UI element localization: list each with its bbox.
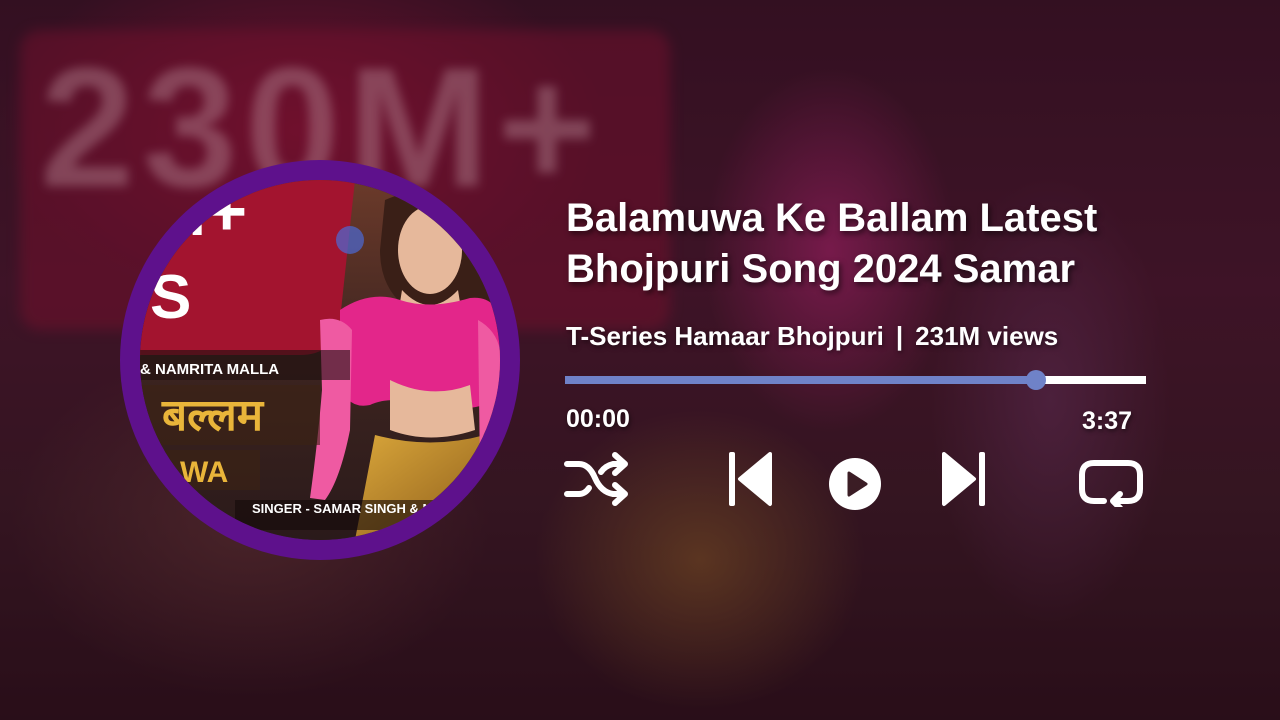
song-meta: T-Series Hamaar Bhojpuri | 231M views bbox=[566, 321, 1058, 352]
song-title-line-2: Bhojpuri Song 2024 Samar bbox=[566, 247, 1076, 291]
repeat-icon bbox=[1079, 460, 1143, 507]
previous-button[interactable] bbox=[726, 450, 774, 508]
progress-handle[interactable] bbox=[1026, 370, 1046, 390]
art-singer-credit: SINGER - SAMAR SINGH & N bbox=[252, 501, 432, 516]
channel-name: T-Series Hamaar Bhojpuri bbox=[566, 321, 884, 351]
repeat-button[interactable] bbox=[1078, 457, 1144, 507]
previous-icon bbox=[729, 452, 772, 506]
view-count: 231M views bbox=[915, 321, 1059, 351]
song-title-line-1: Balamuwa Ke Ballam Latest bbox=[566, 196, 1098, 240]
play-icon bbox=[829, 458, 881, 510]
art-badge-sub: S bbox=[150, 263, 191, 332]
art-credits-top: & NAMRITA MALLA bbox=[140, 361, 279, 378]
shuffle-icon bbox=[564, 452, 628, 506]
play-button[interactable] bbox=[828, 457, 882, 511]
elapsed-time: 00:00 bbox=[566, 405, 630, 433]
album-art-ring: M+ S & NAMRITA MALLA बल्लम WA SINGER - S… bbox=[120, 160, 520, 560]
album-art-image: M+ S & NAMRITA MALLA बल्लम WA SINGER - S… bbox=[140, 180, 500, 540]
art-title-sub: WA bbox=[180, 456, 228, 489]
album-art: M+ S & NAMRITA MALLA बल्लम WA SINGER - S… bbox=[140, 180, 500, 540]
next-icon bbox=[942, 452, 985, 506]
shuffle-button[interactable] bbox=[563, 450, 631, 510]
art-title-hindi: बल्लम bbox=[161, 390, 265, 441]
progress-bar[interactable] bbox=[565, 370, 1146, 390]
song-title: Balamuwa Ke Ballam Latest Bhojpuri Song … bbox=[566, 193, 1266, 295]
meta-separator: | bbox=[895, 321, 904, 351]
progress-fill bbox=[565, 376, 1036, 384]
total-time: 3:37 bbox=[1082, 407, 1133, 435]
next-button[interactable] bbox=[940, 450, 988, 508]
